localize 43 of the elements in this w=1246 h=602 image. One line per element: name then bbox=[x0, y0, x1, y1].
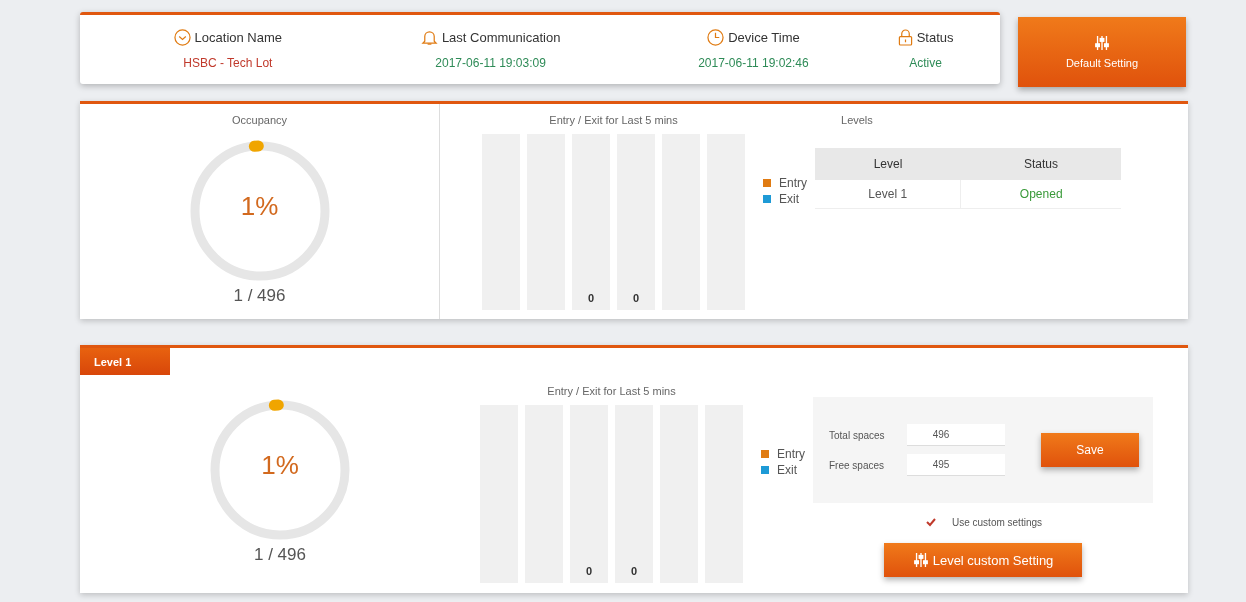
legend-label: Exit bbox=[777, 463, 797, 477]
occupancy-title: Occupancy bbox=[232, 114, 287, 126]
legend-label: Entry bbox=[777, 447, 805, 461]
column-value: Active bbox=[909, 56, 942, 70]
level-custom-setting-button[interactable]: Level custom Setting bbox=[884, 543, 1082, 577]
column-label: Status bbox=[916, 30, 954, 45]
column-value: 2017-06-11 19:02:46 bbox=[698, 56, 809, 70]
clock-icon bbox=[707, 29, 725, 46]
field-label: Free spaces bbox=[829, 459, 886, 471]
occupancy-percent: 1% bbox=[260, 450, 300, 481]
input-field[interactable]: 496 bbox=[907, 424, 1005, 446]
table-cell: Level 1 bbox=[815, 180, 961, 209]
input-field[interactable]: 495 bbox=[907, 454, 1005, 476]
bell-icon bbox=[420, 29, 438, 46]
occupancy-percent: 1% bbox=[239, 191, 280, 222]
lock-icon bbox=[897, 29, 913, 46]
level-tab[interactable]: Level 1 bbox=[80, 348, 170, 375]
checkbox-label: Use custom settings bbox=[952, 516, 1043, 528]
legend-label: Entry bbox=[779, 176, 807, 190]
sliders-icon bbox=[1094, 35, 1110, 51]
column-label: Location Name bbox=[194, 30, 283, 45]
column-label: Last Communication bbox=[441, 30, 561, 45]
chart-column: 0 bbox=[572, 134, 610, 310]
check-circle-icon bbox=[173, 29, 191, 46]
save-button[interactable]: Save bbox=[1041, 433, 1139, 467]
chart-title: Entry / Exit for Last 5 mins bbox=[549, 114, 678, 126]
legend-label: Exit bbox=[779, 192, 799, 206]
chart-title: Entry / Exit for Last 5 mins bbox=[547, 385, 676, 397]
column-value: HSBC - Tech Lot bbox=[183, 56, 273, 70]
table-header: Level bbox=[815, 148, 961, 180]
table-cell: Opened bbox=[960, 180, 1121, 209]
occupancy-count: 1 / 496 bbox=[254, 545, 306, 565]
chart-column: 0 bbox=[615, 405, 653, 583]
field-label: Total spaces bbox=[829, 429, 886, 441]
table-header: Status bbox=[960, 148, 1121, 180]
column-value: 2017-06-11 19:03:09 bbox=[435, 56, 546, 70]
default-setting-button[interactable]: Default Setting bbox=[1018, 17, 1186, 87]
sliders-icon bbox=[912, 552, 929, 568]
occupancy-count: 1 / 496 bbox=[233, 286, 286, 306]
levels-title: Levels bbox=[841, 114, 874, 126]
chart-column: 0 bbox=[617, 134, 655, 310]
column-label: Device Time bbox=[728, 30, 800, 45]
chart-column: 0 bbox=[570, 405, 608, 583]
